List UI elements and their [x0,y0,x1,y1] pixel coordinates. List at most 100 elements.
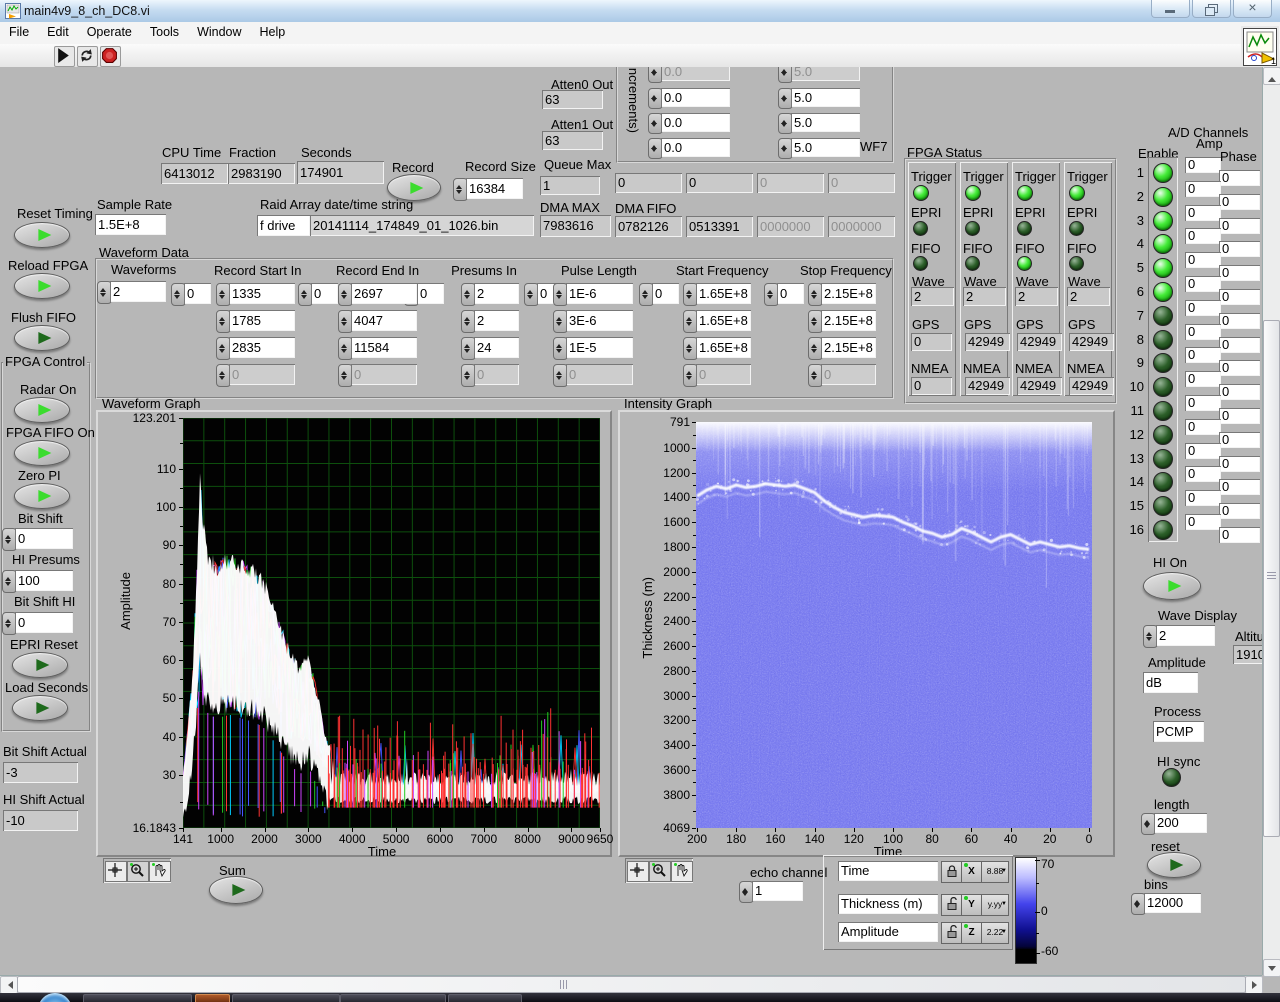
enable-led[interactable] [1153,211,1173,231]
horizontal-scroll-thumb[interactable] [17,976,1246,993]
array-index-input[interactable]: 0 [652,283,679,304]
radar-on-button[interactable] [14,397,70,423]
phase-input[interactable]: 0 [1219,432,1260,448]
process-input[interactable]: PCMP [1153,721,1204,742]
enable-led[interactable] [1153,187,1173,207]
axis-lock-button[interactable] [941,922,962,944]
amp-input[interactable]: 0 [1185,252,1221,268]
enable-led[interactable] [1153,306,1173,326]
amp-input[interactable]: 0 [1185,228,1221,244]
waveform-graph-cursor-tool[interactable] [105,861,127,882]
waveforms-input[interactable]: 2 [110,281,166,302]
axis-lock-button[interactable] [941,861,962,883]
phase-input[interactable]: 0 [1219,337,1260,353]
colorbar-ramp[interactable] [1015,857,1037,951]
waveform-param-input[interactable]: 1E-6 [566,283,633,304]
restore-button[interactable] [1192,0,1231,18]
amp-input[interactable]: 0 [1185,419,1221,435]
amp-input[interactable]: 0 [1185,300,1221,316]
amp-input[interactable]: 0 [1185,514,1221,530]
phase-input[interactable]: 0 [1219,241,1260,257]
load-seconds-button[interactable] [12,695,68,721]
run-continuous-button[interactable] [77,46,98,67]
vertical-scroll-thumb[interactable] [1263,320,1280,837]
waveform-param-input[interactable]: 0 [821,364,876,385]
hi-on-button[interactable] [1143,572,1201,600]
gain-increment-input[interactable]: 5.0 [791,88,860,107]
axis-autoscale-button[interactable]: X [961,861,982,883]
phase-input[interactable]: 0 [1219,170,1260,186]
atten-increment-input[interactable]: 0.0 [661,88,730,107]
amp-input[interactable]: 0 [1185,466,1221,482]
gain-increment-input[interactable]: 5.0 [791,67,860,81]
waveform-param-input[interactable]: 1785 [229,310,295,331]
amp-input[interactable]: 0 [1185,371,1221,387]
axis-format-button[interactable]: 8.88▼ [981,861,1009,883]
amp-input[interactable]: 0 [1185,347,1221,363]
waveform-param-input[interactable]: 2 [474,310,519,331]
intensity-plot-area[interactable] [696,422,1092,828]
phase-input[interactable]: 0 [1219,194,1260,210]
sample-rate-input[interactable]: 1.5E+8 [95,214,166,235]
axis-name-input[interactable]: Amplitude [838,922,938,942]
waveform-graph-pan-tool[interactable] [149,861,171,882]
reset-timing-button[interactable] [14,222,70,248]
menu-edit[interactable]: Edit [38,22,78,42]
axis-name-input[interactable]: Thickness (m) [838,894,938,914]
waveform-param-input[interactable]: 2.15E+8 [821,310,876,331]
waveform-param-input[interactable]: 2835 [229,337,295,358]
menu-tools[interactable]: Tools [141,22,188,42]
phase-input[interactable]: 0 [1219,313,1260,329]
waveform-param-input[interactable]: 1.65E+8 [696,310,751,331]
gain-increment-input[interactable]: 5.0 [791,138,860,157]
phase-input[interactable]: 0 [1219,360,1260,376]
waveform-param-input[interactable]: 4047 [351,310,417,331]
reload-fpga-button[interactable] [14,273,70,299]
array-index-input[interactable]: 0 [184,283,211,304]
atten-increment-input[interactable]: 0.0 [661,138,730,157]
scroll-right-button[interactable] [1245,976,1263,993]
epri-reset-button[interactable] [12,652,68,678]
taskbar-button[interactable] [195,994,230,1002]
length-input[interactable]: 200 [1154,813,1207,833]
amp-input[interactable]: 0 [1185,490,1221,506]
axis-lock-button[interactable] [941,894,962,916]
amp-input[interactable]: 0 [1185,157,1221,173]
raid-drive-input[interactable]: f drive [257,215,310,236]
bit-shift-input[interactable]: 0 [15,528,73,549]
taskbar-button[interactable] [448,994,522,1002]
gain-increment-input[interactable]: 5.0 [791,113,860,132]
enable-led[interactable] [1153,163,1173,183]
record-size-input[interactable]: 16384 [466,178,523,199]
zero-pi-button[interactable] [14,483,70,509]
amplitude-mode-input[interactable]: dB [1143,672,1198,693]
waveform-param-input[interactable]: 1E-5 [566,337,633,358]
phase-input[interactable]: 0 [1219,408,1260,424]
bit-shift-hi-input[interactable]: 0 [15,612,73,633]
amp-input[interactable]: 0 [1185,181,1221,197]
axis-autoscale-button[interactable]: Y [961,894,982,916]
waveform-param-input[interactable]: 2.15E+8 [821,283,876,304]
waveform-param-input[interactable]: 2697 [351,283,417,304]
phase-input[interactable]: 0 [1219,218,1260,234]
axis-format-button[interactable]: 2.22▼ [981,922,1009,944]
wave-display-input[interactable]: 2 [1156,625,1215,646]
waveform-param-input[interactable]: 0 [566,364,633,385]
sum-button[interactable] [209,876,263,904]
menu-help[interactable]: Help [251,22,295,42]
intensity-graph-pan-tool[interactable] [671,861,693,882]
amp-input[interactable]: 0 [1185,395,1221,411]
titlebar[interactable]: main4v9_8_ch_DC8.vi × [0,0,1280,23]
waveform-param-input[interactable]: 0 [351,364,417,385]
taskbar-button[interactable] [232,994,340,1002]
windows-taskbar[interactable] [0,993,1280,1002]
enable-led[interactable] [1153,520,1173,540]
array-index-input[interactable]: 0 [777,283,804,304]
atten-increment-input[interactable]: 0.0 [661,67,730,81]
waveform-param-input[interactable]: 2.15E+8 [821,337,876,358]
waveform-param-input[interactable]: 0 [696,364,751,385]
enable-led[interactable] [1153,401,1173,421]
phase-input[interactable]: 0 [1219,456,1260,472]
minimize-button[interactable] [1151,0,1190,18]
amp-input[interactable]: 0 [1185,276,1221,292]
